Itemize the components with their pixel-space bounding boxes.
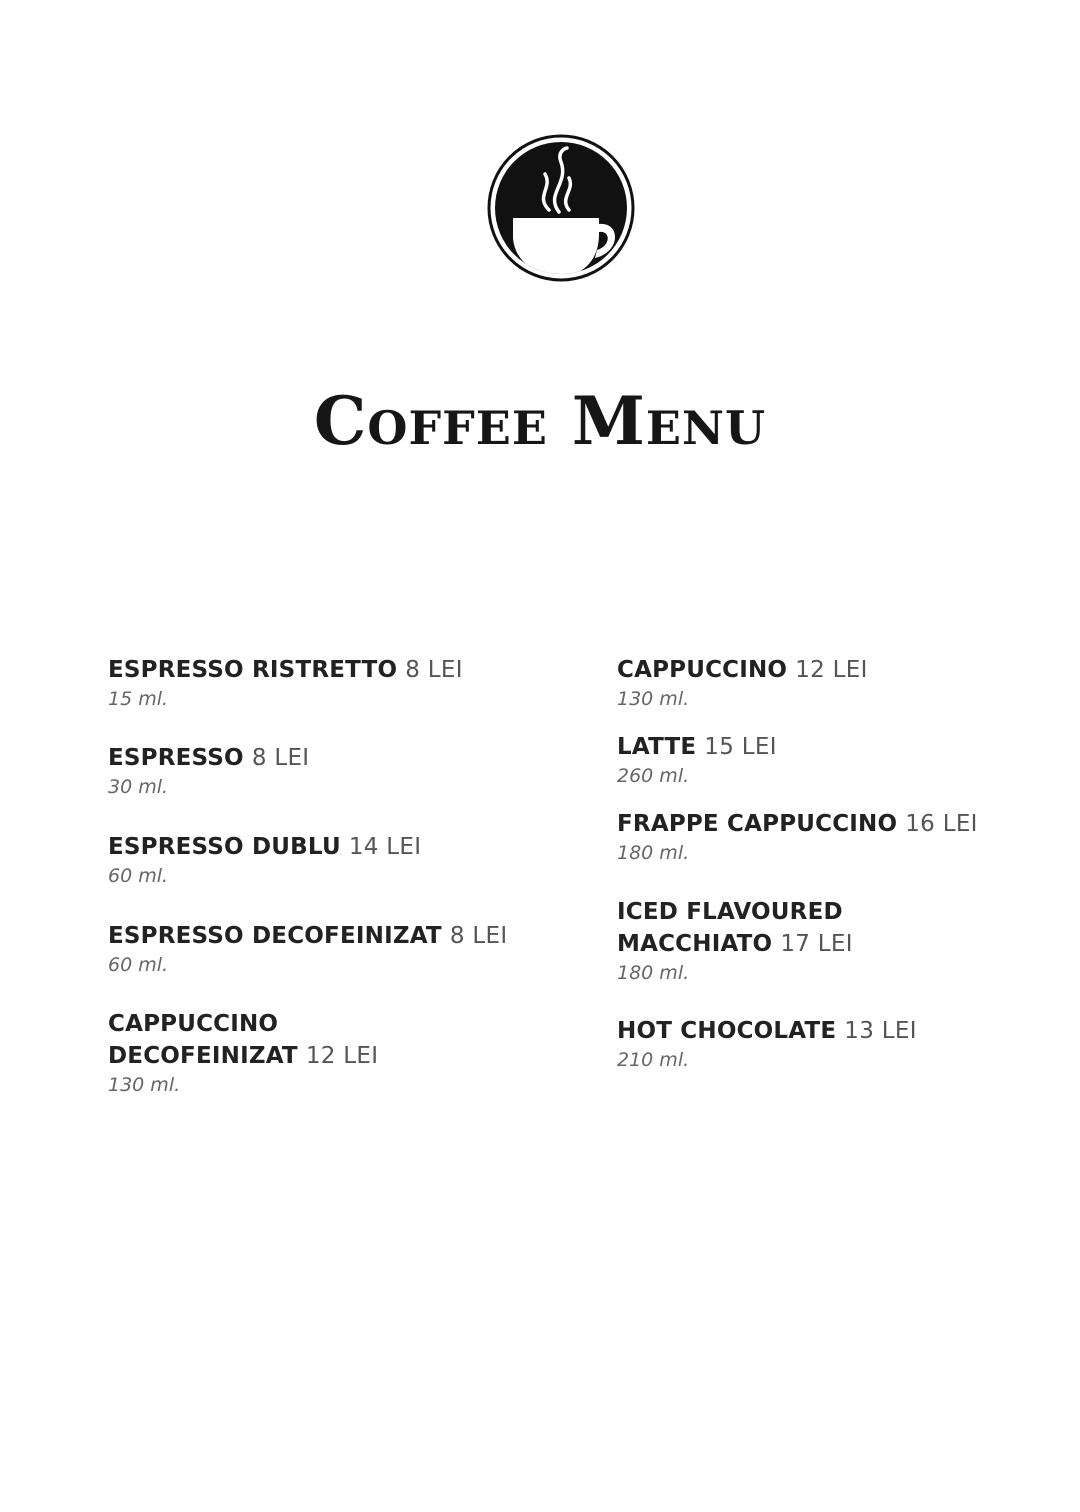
item-name-line1: ICED FLAVOURED <box>617 899 843 925</box>
item-price: 13 LEI <box>844 1018 917 1044</box>
menu-item: LATTE 15 LEI 260 ml. <box>617 731 777 789</box>
menu-item: CAPPUCCINO DECOFEINIZAT 12 LEI 130 ml. <box>108 1008 378 1098</box>
item-name-row: ESPRESSO 8 LEI <box>108 742 309 774</box>
item-name: HOT CHOCOLATE <box>617 1018 837 1044</box>
item-name: ESPRESSO RISTRETTO <box>108 657 398 683</box>
item-name: ESPRESSO DECOFEINIZAT <box>108 923 442 949</box>
item-size: 180 ml. <box>617 842 690 864</box>
item-size: 260 ml. <box>617 765 690 787</box>
item-name: ESPRESSO <box>108 745 244 771</box>
item-price: 12 LEI <box>305 1043 379 1069</box>
item-price: 8 LEI <box>449 923 508 949</box>
menu-item: ESPRESSO 8 LEI 30 ml. <box>108 742 309 800</box>
menu-item: ESPRESSO DECOFEINIZAT 8 LEI 60 ml. <box>108 920 507 978</box>
menu-item: HOT CHOCOLATE 13 LEI 210 ml. <box>617 1015 917 1073</box>
coffee-cup-icon <box>487 134 635 282</box>
item-price: 15 LEI <box>704 734 777 760</box>
menu-item: ESPRESSO RISTRETTO 8 LEI 15 ml. <box>108 654 463 712</box>
menu-item: ICED FLAVOURED MACCHIATO 17 LEI 180 ml. <box>617 896 853 986</box>
menu-item: CAPPUCCINO 12 LEI 130 ml. <box>617 654 868 712</box>
item-size: 30 ml. <box>108 776 169 798</box>
item-name-row: FRAPPE CAPPUCCINO 16 LEI <box>617 808 978 840</box>
item-price: 14 LEI <box>348 834 422 860</box>
item-price: 8 LEI <box>405 657 463 683</box>
item-name-row: LATTE 15 LEI <box>617 731 777 763</box>
item-name-row: CAPPUCCINO 12 LEI <box>617 654 868 686</box>
item-size: 210 ml. <box>617 1049 690 1071</box>
item-name: ESPRESSO DUBLU <box>108 834 341 860</box>
item-name: LATTE <box>617 734 697 760</box>
item-name-row: ICED FLAVOURED MACCHIATO 17 LEI <box>617 896 853 960</box>
item-name-row: HOT CHOCOLATE 13 LEI <box>617 1015 917 1047</box>
item-size: 60 ml. <box>108 954 169 976</box>
item-name: FRAPPE CAPPUCCINO <box>617 811 898 837</box>
item-name: DECOFEINIZAT <box>108 1043 298 1069</box>
item-price: 12 LEI <box>795 657 868 683</box>
item-name-row: ESPRESSO DECOFEINIZAT 8 LEI <box>108 920 507 952</box>
item-name-row: ESPRESSO RISTRETTO 8 LEI <box>108 654 463 686</box>
item-size: 180 ml. <box>617 962 690 984</box>
item-size: 60 ml. <box>108 865 169 887</box>
item-price: 8 LEI <box>251 745 310 771</box>
item-name: MACCHIATO <box>617 931 773 957</box>
item-price: 17 LEI <box>780 931 853 957</box>
item-price: 16 LEI <box>905 811 978 837</box>
item-name-row: ESPRESSO DUBLU 14 LEI <box>108 831 421 863</box>
item-size: 130 ml. <box>108 1074 181 1096</box>
item-name: CAPPUCCINO <box>617 657 788 683</box>
item-name-row: CAPPUCCINO DECOFEINIZAT 12 LEI <box>108 1008 378 1072</box>
menu-item: FRAPPE CAPPUCCINO 16 LEI 180 ml. <box>617 808 978 866</box>
item-name-line1: CAPPUCCINO <box>108 1011 279 1037</box>
page-title: Coffee Menu <box>313 382 767 460</box>
menu-item: ESPRESSO DUBLU 14 LEI 60 ml. <box>108 831 421 889</box>
item-size: 130 ml. <box>617 688 690 710</box>
item-size: 15 ml. <box>108 688 169 710</box>
